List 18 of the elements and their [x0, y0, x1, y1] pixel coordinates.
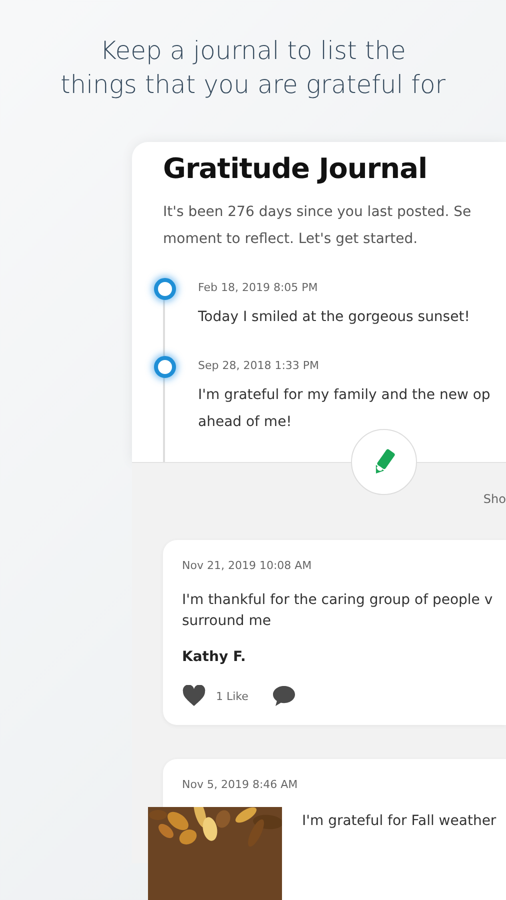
comment-icon[interactable]: [272, 685, 296, 707]
post-date: Nov 5, 2019 8:46 AM: [182, 778, 299, 791]
headline: Keep a journal to list the things that you are grateful for: [60, 35, 446, 101]
intro-text: It's been 276 days since you last posted. Se moment to reflect. Let's get started.: [163, 203, 472, 249]
entry-date: Feb 18, 2019 8:05 PM: [198, 281, 319, 294]
heart-icon[interactable]: [182, 685, 206, 707]
timeline-dot: [154, 356, 176, 378]
like-count: 1 Like: [216, 690, 248, 702]
entry-text: Today I smiled at the gorgeous sunset!: [198, 308, 470, 327]
post-text: I'm thankful for the caring group of people v surround me: [182, 591, 494, 631]
post-date: Nov 21, 2019 10:08 AM: [182, 559, 313, 572]
entry-date: Sep 28, 2018 1:33 PM: [198, 359, 320, 372]
author-name: Kathy F.: [182, 649, 247, 665]
timeline-dot: [154, 278, 176, 300]
show-link[interactable]: Sho: [163, 463, 506, 540]
journal-title: Gratitude Journal: [163, 152, 428, 185]
entry-text: I'm grateful for my family and the new op ahead of me!: [198, 386, 490, 432]
post-text: I'm grateful for Fall weather: [302, 812, 496, 831]
